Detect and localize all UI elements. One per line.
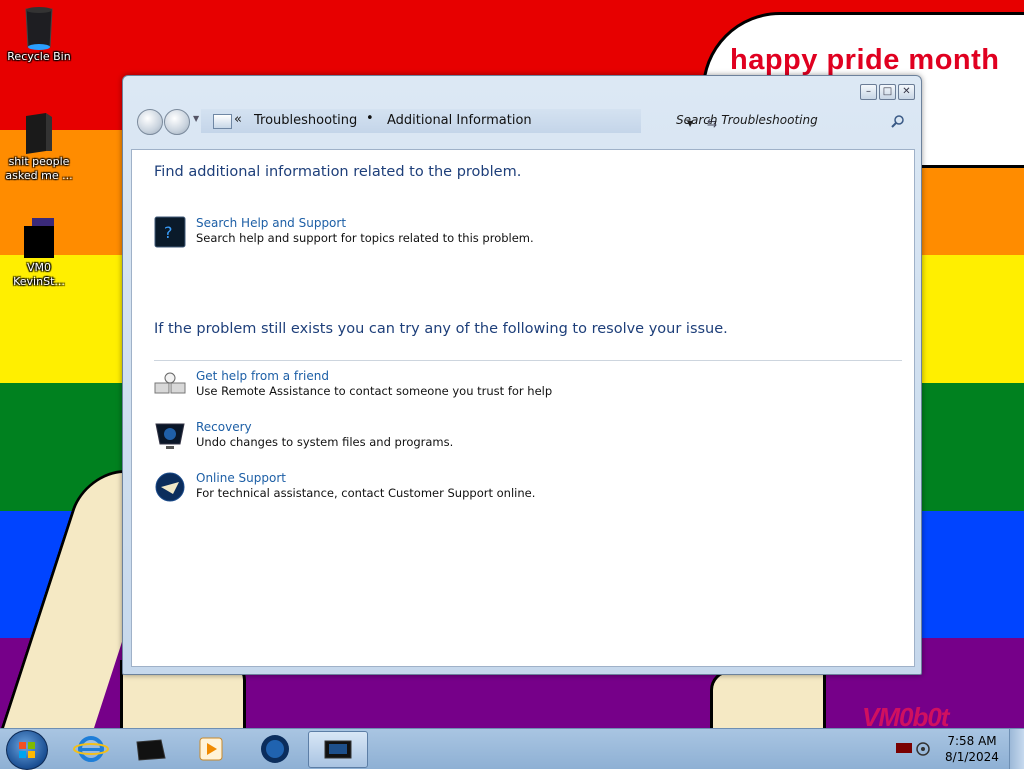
navigation-bar: ▼ « Troubleshooting • Additional Informa… — [131, 104, 913, 140]
globe-icon — [261, 735, 289, 763]
search-icon[interactable] — [891, 114, 905, 128]
desktop-icon-recycle-bin[interactable]: Recycle Bin — [1, 5, 77, 64]
control-panel-icon — [213, 114, 232, 129]
taskbar-media-player[interactable] — [182, 731, 240, 766]
internet-explorer-icon — [73, 736, 109, 762]
online-support-description: For technical assistance, contact Custom… — [196, 486, 536, 500]
taskbar-notebook[interactable] — [122, 731, 180, 766]
windows-logo-icon — [19, 742, 35, 758]
help-support-icon: ? — [154, 216, 186, 248]
window-controls: – □ ✕ — [860, 84, 915, 100]
breadcrumb-additional-information[interactable]: Additional Information — [387, 113, 532, 128]
list-item-recovery[interactable]: Recovery Undo changes to system files an… — [154, 420, 754, 454]
notebook-icon — [136, 739, 166, 761]
taskbar-globe[interactable] — [246, 731, 304, 766]
list-item-online-support[interactable]: Online Support For technical assistance,… — [154, 471, 754, 505]
back-button[interactable] — [137, 109, 163, 135]
list-item-search-help[interactable]: ? Search Help and Support Search help an… — [154, 216, 754, 250]
volume-icon[interactable] — [916, 741, 930, 757]
close-button[interactable]: ✕ — [898, 84, 915, 100]
clock-date: 8/1/2024 — [945, 750, 999, 764]
troubleshooting-window-icon — [324, 740, 352, 759]
desktop-icon-label: Recycle Bin — [7, 50, 71, 63]
svg-text:?: ? — [164, 223, 173, 242]
search-help-link[interactable]: Search Help and Support — [196, 216, 346, 230]
desktop-icon-file[interactable]: VM0 KevinSt... — [1, 216, 77, 289]
recovery-icon — [155, 423, 185, 449]
minimize-icon: – — [866, 86, 871, 97]
content-pane: Find additional information related to t… — [131, 149, 915, 667]
media-player-icon — [199, 737, 223, 761]
recent-pages-dropdown[interactable]: ▼ — [193, 114, 199, 123]
start-button[interactable] — [6, 730, 48, 770]
get-help-friend-link[interactable]: Get help from a friend — [196, 369, 329, 383]
list-item-remote-assistance[interactable]: Get help from a friend Use Remote Assist… — [154, 369, 754, 403]
breadcrumb-separator[interactable]: • — [366, 111, 374, 126]
folder-icon — [20, 110, 58, 154]
online-support-link[interactable]: Online Support — [196, 471, 286, 485]
breadcrumb-troubleshooting[interactable]: Troubleshooting — [254, 113, 357, 128]
taskbar-internet-explorer[interactable] — [62, 731, 120, 766]
banner-text: happy pride month — [730, 44, 1000, 76]
search-box[interactable]: Search Troubleshooting — [665, 109, 909, 133]
search-input[interactable]: Search Troubleshooting — [676, 113, 818, 127]
recycle-bin-icon — [20, 5, 58, 50]
desktop-icon-label: VM0 KevinSt... — [13, 261, 65, 288]
remote-assistance-icon — [154, 372, 186, 394]
forward-button[interactable] — [164, 109, 190, 135]
recovery-description: Undo changes to system files and program… — [196, 435, 454, 449]
divider — [154, 360, 902, 361]
maximize-icon: □ — [882, 86, 893, 97]
recovery-link[interactable]: Recovery — [196, 420, 252, 434]
clock-time: 7:58 AM — [947, 734, 997, 748]
close-icon: ✕ — [902, 86, 911, 97]
section-heading-try-following: If the problem still exists you can try … — [154, 321, 728, 337]
maximize-button[interactable]: □ — [879, 84, 896, 100]
search-help-description: Search help and support for topics relat… — [196, 231, 534, 245]
show-desktop-button[interactable] — [1009, 729, 1024, 769]
troubleshooting-window: – □ ✕ ▼ « Troubleshooting • Additional I… — [122, 75, 922, 675]
section-heading-find-info: Find additional information related to t… — [154, 164, 522, 180]
system-clock[interactable]: 7:58 AM 8/1/2024 — [942, 733, 1002, 765]
get-help-friend-description: Use Remote Assistance to contact someone… — [196, 384, 553, 398]
taskbar-troubleshooting-window[interactable] — [308, 731, 368, 768]
minimize-button[interactable]: – — [860, 84, 877, 100]
address-bar[interactable]: « Troubleshooting • Additional Informati… — [201, 109, 717, 133]
desktop-icon-folder[interactable]: shit people asked me ... — [1, 110, 77, 183]
taskbar: 7:58 AM 8/1/2024 — [0, 728, 1024, 770]
online-support-icon — [155, 472, 185, 502]
breadcrumb-overflow[interactable]: « — [234, 112, 242, 127]
desktop-icon-label: shit people asked me ... — [5, 155, 73, 182]
network-icon[interactable] — [896, 741, 912, 755]
system-tray: 7:58 AM 8/1/2024 — [886, 729, 1024, 769]
file-icon — [20, 216, 58, 258]
